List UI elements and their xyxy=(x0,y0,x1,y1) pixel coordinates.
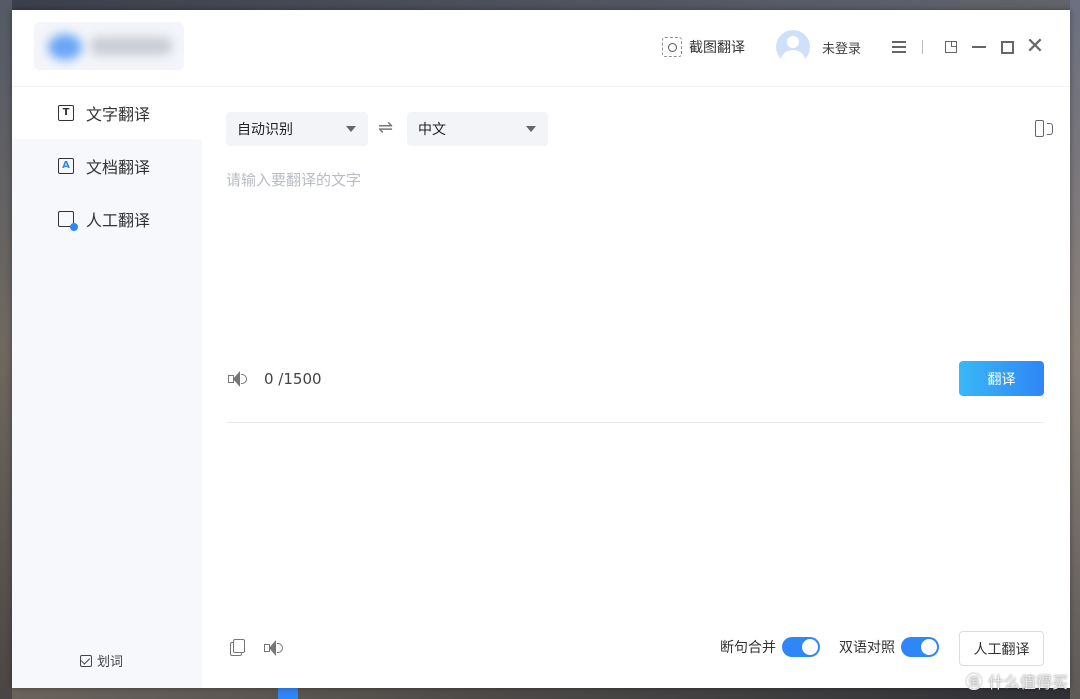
copy-icon[interactable] xyxy=(230,639,246,657)
swap-languages-icon[interactable]: ⇌ xyxy=(378,117,393,138)
target-language-value: 中文 xyxy=(418,122,446,138)
desktop-background-right xyxy=(1070,0,1080,699)
speaker-icon[interactable] xyxy=(228,371,248,387)
translate-panel: 自动识别 ⇌ 中文 0 /1500 翻译 断句合并 双语对照 人工翻译 xyxy=(202,87,1070,688)
sidebar: T 文字翻译 A 文档翻译 人工翻译 划词 xyxy=(12,87,202,688)
user-status: 未登录 xyxy=(822,41,862,57)
sentence-merge-option: 断句合并 xyxy=(720,637,820,657)
sidebar-item-label: 文档翻译 xyxy=(86,158,151,177)
source-text-input[interactable] xyxy=(226,169,1046,329)
sidebar-item-human-translate[interactable]: 人工翻译 xyxy=(12,193,202,245)
sidebar-item-label: 人工翻译 xyxy=(86,211,151,230)
titlebar-divider xyxy=(922,40,923,54)
source-language-value: 自动识别 xyxy=(237,122,293,138)
user-login-button[interactable]: 未登录 xyxy=(776,30,861,64)
bilingual-label: 双语对照 xyxy=(839,640,895,656)
watermark: 值 什么值得买 xyxy=(964,669,1068,693)
watermark-logo-icon: 值 xyxy=(964,672,983,690)
bilingual-option: 双语对照 xyxy=(839,637,939,657)
mini-mode-icon[interactable] xyxy=(940,36,962,58)
screenshot-camera-icon xyxy=(662,37,682,57)
speaker-icon[interactable] xyxy=(264,640,284,656)
screenshot-translate-label: 截图翻译 xyxy=(689,40,745,56)
human-translate-icon xyxy=(58,211,78,231)
avatar-icon xyxy=(776,30,810,64)
target-language-select[interactable]: 中文 xyxy=(407,112,548,146)
text-translate-icon: T xyxy=(58,105,74,121)
layout-switch-icon[interactable] xyxy=(1035,120,1055,138)
chevron-down-icon xyxy=(526,126,536,132)
menu-icon[interactable] xyxy=(888,36,910,58)
sidebar-item-label: 文字翻译 xyxy=(86,105,151,124)
chevron-down-icon xyxy=(346,126,356,132)
screenshot-translate-button[interactable]: 截图翻译 xyxy=(662,37,745,57)
human-translate-button[interactable]: 人工翻译 xyxy=(959,631,1044,666)
title-bar: 截图翻译 未登录 ✕ xyxy=(12,10,1070,87)
taskbar-indicator xyxy=(278,688,298,699)
close-icon[interactable]: ✕ xyxy=(1024,36,1046,58)
sidebar-item-text-translate[interactable]: T 文字翻译 xyxy=(12,87,202,139)
source-language-select[interactable]: 自动识别 xyxy=(226,112,368,146)
character-count: 0 /1500 xyxy=(264,370,322,388)
sentence-merge-toggle[interactable] xyxy=(782,637,820,657)
bilingual-toggle[interactable] xyxy=(901,637,939,657)
translation-output[interactable] xyxy=(226,439,1044,619)
word-pick-toggle[interactable]: 划词 xyxy=(80,651,123,670)
desktop-background-left xyxy=(0,0,12,699)
panel-divider xyxy=(226,422,1044,423)
app-logo xyxy=(34,22,184,70)
translator-window: 截图翻译 未登录 ✕ T 文字翻译 A 文档翻译 人工翻译 划词 自动识别 ⇌ … xyxy=(12,10,1070,688)
sidebar-item-document-translate[interactable]: A 文档翻译 xyxy=(12,140,202,192)
word-pick-label: 划词 xyxy=(97,655,124,670)
watermark-text: 什么值得买 xyxy=(987,673,1068,692)
checkbox-icon xyxy=(80,654,92,667)
document-translate-icon: A xyxy=(58,158,74,174)
minimize-icon[interactable] xyxy=(968,36,990,58)
maximize-icon[interactable] xyxy=(996,36,1018,58)
translate-button[interactable]: 翻译 xyxy=(959,361,1044,396)
sentence-merge-label: 断句合并 xyxy=(720,640,776,656)
